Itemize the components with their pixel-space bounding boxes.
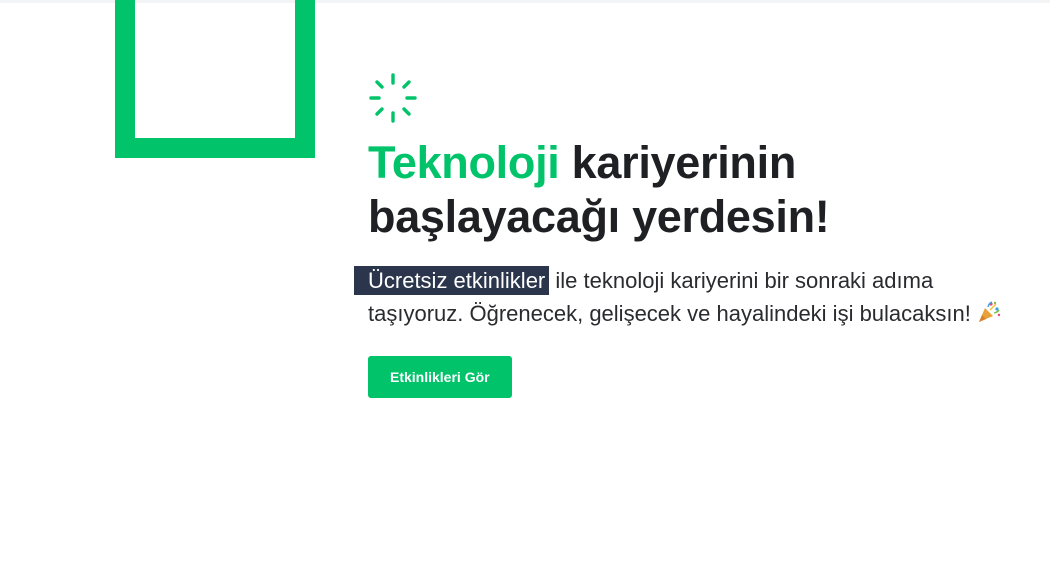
party-popper-icon xyxy=(978,301,1001,322)
decorative-square-outline xyxy=(115,0,315,158)
title-line-1: kariyerinin xyxy=(559,137,797,188)
title-accent: Teknoloji xyxy=(368,137,560,188)
hero-title: Teknoloji kariyerinin başlayacağı yerdesi… xyxy=(368,136,1008,244)
desc-highlight: Ücretsiz etkinlikler xyxy=(354,266,550,295)
title-line-2: başlayacağı yerdesin! xyxy=(368,191,830,242)
view-events-button[interactable]: Etkinlikleri Gör xyxy=(368,356,512,398)
sparkle-icon xyxy=(369,73,417,123)
landing-page: Teknoloji kariyerinin başlayacağı yerdesi… xyxy=(0,0,1050,561)
hero-section: Teknoloji kariyerinin başlayacağı yerdesi… xyxy=(354,72,1008,398)
hero-description: Ücretsiz etkinlikler ile teknoloji kariy… xyxy=(354,264,1008,330)
